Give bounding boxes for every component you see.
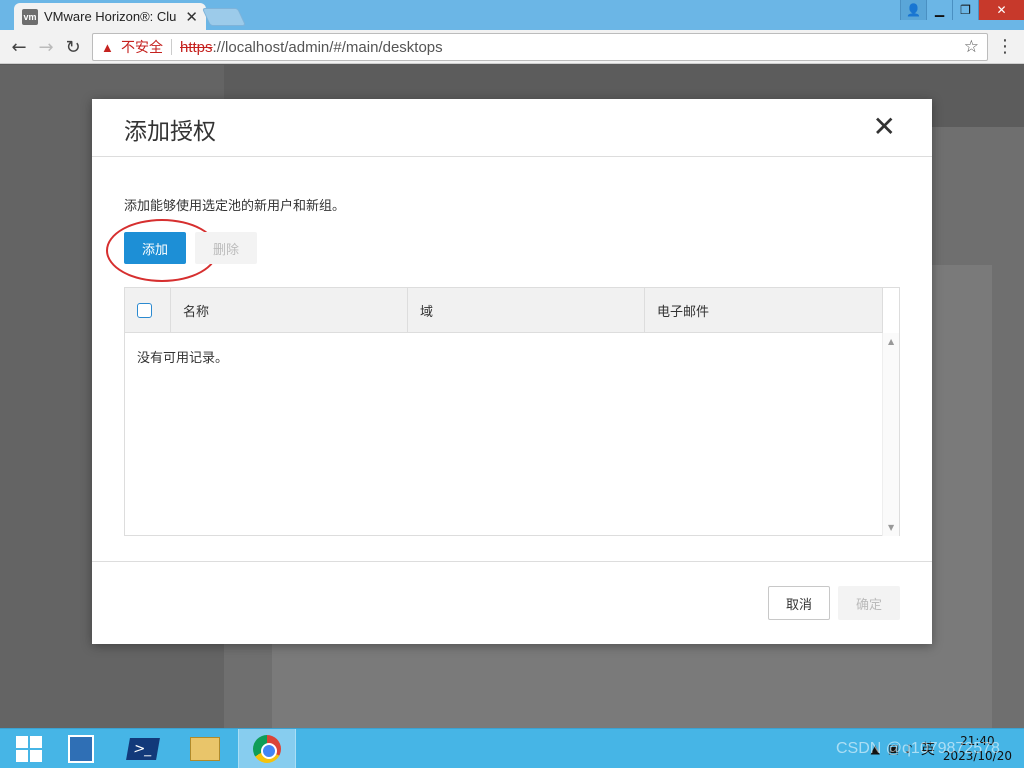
url-scheme: https bbox=[180, 38, 213, 56]
security-label: 不安全 bbox=[121, 39, 163, 55]
select-all-cell bbox=[125, 288, 171, 333]
windows-logo-icon bbox=[16, 736, 42, 762]
add-entitlement-dialog: 添加授权 ✕ 添加能够使用选定池的新用户和新组。 添加 删除 名称 域 电子邮件… bbox=[92, 99, 932, 644]
browser-titlebar: vm VMware Horizon®: Clu ✕ 👤 ▁ ❐ ✕ bbox=[0, 0, 1024, 30]
dialog-header: 添加授权 ✕ bbox=[92, 99, 932, 157]
add-button[interactable]: 添加 bbox=[124, 232, 186, 264]
server-manager-button[interactable] bbox=[52, 729, 110, 768]
browser-toolbar: ← → ↻ ▲ 不安全 https ://localhost/admin/#/m… bbox=[0, 30, 1024, 64]
separator bbox=[171, 39, 172, 55]
vmware-favicon-icon: vm bbox=[22, 8, 38, 25]
start-button[interactable] bbox=[0, 729, 58, 768]
warning-icon: ▲ bbox=[101, 40, 114, 55]
tab-title: VMware Horizon®: Clu bbox=[44, 9, 177, 24]
address-bar[interactable]: ▲ 不安全 https ://localhost/admin/#/main/de… bbox=[92, 33, 988, 61]
table-scrollbar[interactable]: ▲ ▼ bbox=[882, 333, 899, 536]
dialog-title: 添加授权 bbox=[124, 119, 216, 145]
chrome-icon bbox=[253, 735, 281, 763]
cancel-button[interactable]: 取消 bbox=[768, 586, 830, 620]
entitlement-table: 名称 域 电子邮件 没有可用记录。 ▲ ▼ bbox=[124, 287, 900, 536]
server-manager-icon bbox=[68, 735, 94, 763]
select-all-checkbox[interactable] bbox=[137, 303, 152, 318]
browser-menu-icon[interactable]: ⋮ bbox=[996, 36, 1014, 57]
file-explorer-button[interactable] bbox=[176, 729, 234, 768]
remove-button[interactable]: 删除 bbox=[195, 232, 257, 264]
minimize-button[interactable]: ▁ bbox=[926, 0, 952, 20]
user-icon[interactable]: 👤 bbox=[900, 0, 926, 20]
footer-divider bbox=[92, 561, 932, 562]
close-icon[interactable]: ✕ bbox=[873, 113, 896, 141]
powershell-button[interactable]: >_ bbox=[114, 729, 172, 768]
column-email[interactable]: 电子邮件 bbox=[645, 288, 883, 333]
watermark-text: CSDN @q1079872578 bbox=[836, 740, 1000, 757]
scroll-down-icon[interactable]: ▼ bbox=[888, 523, 894, 532]
back-icon[interactable]: ← bbox=[8, 36, 30, 58]
powershell-icon: >_ bbox=[126, 738, 160, 760]
table-header: 名称 域 电子邮件 bbox=[125, 288, 883, 333]
bookmark-star-icon[interactable]: ☆ bbox=[964, 37, 979, 57]
column-domain[interactable]: 域 bbox=[408, 288, 645, 333]
browser-tab[interactable]: vm VMware Horizon®: Clu ✕ bbox=[14, 3, 206, 30]
url-path: ://localhost/admin/#/main/desktops bbox=[212, 38, 443, 56]
dialog-description: 添加能够使用选定池的新用户和新组。 bbox=[124, 199, 346, 214]
window-controls: 👤 ▁ ❐ ✕ bbox=[900, 0, 1024, 20]
column-name[interactable]: 名称 bbox=[171, 288, 408, 333]
tab-close-icon[interactable]: ✕ bbox=[185, 8, 198, 26]
scroll-up-icon[interactable]: ▲ bbox=[888, 337, 894, 346]
forward-icon[interactable]: → bbox=[35, 36, 57, 58]
reload-icon[interactable]: ↻ bbox=[62, 36, 84, 58]
close-window-button[interactable]: ✕ bbox=[978, 0, 1024, 20]
restore-button[interactable]: ❐ bbox=[952, 0, 978, 20]
empty-message: 没有可用记录。 bbox=[137, 351, 229, 366]
new-tab-button[interactable] bbox=[201, 8, 247, 26]
ok-button[interactable]: 确定 bbox=[838, 586, 900, 620]
chrome-taskbar-button[interactable] bbox=[238, 729, 296, 768]
folder-icon bbox=[190, 737, 220, 761]
